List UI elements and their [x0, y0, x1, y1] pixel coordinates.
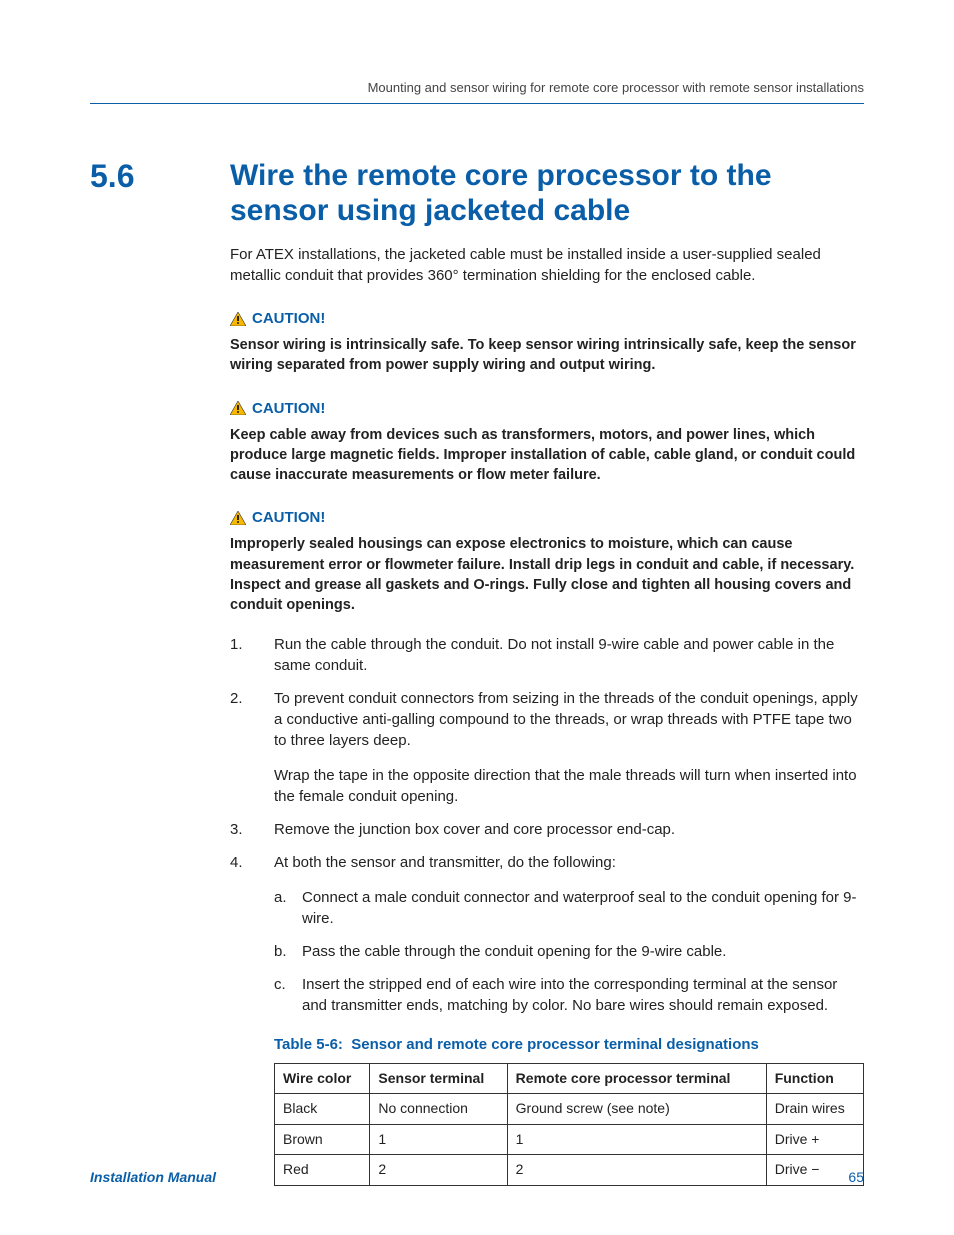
table-cell: Drive +	[766, 1124, 863, 1155]
table-header-row: Wire color Sensor terminal Remote core p…	[275, 1063, 864, 1094]
step-number: 2.	[230, 688, 250, 807]
table-caption: Table 5-6: Sensor and remote core proces…	[274, 1034, 864, 1055]
table-cell: 1	[507, 1124, 766, 1155]
table-header-cell: Remote core processor terminal	[507, 1063, 766, 1094]
substep-text: Connect a male conduit connector and wat…	[302, 887, 864, 929]
step-text: To prevent conduit connectors from seizi…	[274, 688, 864, 751]
table-header-cell: Wire color	[275, 1063, 370, 1094]
caution-label: CAUTION!	[252, 310, 325, 327]
intro-paragraph: For ATEX installations, the jacketed cab…	[230, 244, 864, 286]
warning-icon	[230, 511, 246, 525]
footer-page-number: 65	[848, 1169, 864, 1185]
table-cell: No connection	[370, 1094, 507, 1125]
step: 2. To prevent conduit connectors from se…	[230, 688, 864, 807]
substep-letter: c.	[274, 974, 292, 1016]
caution-text: Sensor wiring is intrinsically safe. To …	[230, 335, 864, 376]
substep-text: Pass the cable through the conduit openi…	[302, 941, 864, 962]
step-number: 4.	[230, 852, 250, 1186]
substep: a. Connect a male conduit connector and …	[274, 887, 864, 929]
substep: c. Insert the stripped end of each wire …	[274, 974, 864, 1016]
step: 1. Run the cable through the conduit. Do…	[230, 634, 864, 676]
section-number: 5.6	[90, 159, 170, 194]
caution-text: Keep cable away from devices such as tra…	[230, 425, 864, 486]
table-cell: 1	[370, 1124, 507, 1155]
procedure-list: 1. Run the cable through the conduit. Do…	[230, 634, 864, 1186]
table-caption-label: Table 5-6:	[274, 1036, 343, 1053]
step-number: 3.	[230, 819, 250, 840]
page-footer: Installation Manual 65	[90, 1169, 864, 1185]
substep-text: Insert the stripped end of each wire int…	[302, 974, 864, 1016]
table-row: Black No connection Ground screw (see no…	[275, 1094, 864, 1125]
caution-block: CAUTION! Improperly sealed housings can …	[230, 509, 864, 615]
running-head: Mounting and sensor wiring for remote co…	[90, 80, 864, 104]
table-header-cell: Sensor terminal	[370, 1063, 507, 1094]
table-cell: Black	[275, 1094, 370, 1125]
substep-letter: b.	[274, 941, 292, 962]
step-number: 1.	[230, 634, 250, 676]
table-row: Brown 1 1 Drive +	[275, 1124, 864, 1155]
step: 3. Remove the junction box cover and cor…	[230, 819, 864, 840]
caution-block: CAUTION! Keep cable away from devices su…	[230, 400, 864, 486]
caution-label: CAUTION!	[252, 400, 325, 417]
warning-icon	[230, 401, 246, 415]
substep-list: a. Connect a male conduit connector and …	[274, 887, 864, 1016]
table-cell: Brown	[275, 1124, 370, 1155]
section-heading: 5.6 Wire the remote core processor to th…	[90, 159, 864, 228]
caution-label: CAUTION!	[252, 509, 325, 526]
step-text: Remove the junction box cover and core p…	[274, 819, 864, 840]
warning-icon	[230, 312, 246, 326]
table-cell: Ground screw (see note)	[507, 1094, 766, 1125]
footer-doc-title: Installation Manual	[90, 1169, 216, 1185]
substep: b. Pass the cable through the conduit op…	[274, 941, 864, 962]
caution-text: Improperly sealed housings can expose el…	[230, 534, 864, 615]
terminal-designations-table: Wire color Sensor terminal Remote core p…	[274, 1063, 864, 1186]
step-text: Run the cable through the conduit. Do no…	[274, 634, 864, 676]
table-header-cell: Function	[766, 1063, 863, 1094]
caution-block: CAUTION! Sensor wiring is intrinsically …	[230, 310, 864, 376]
substep-letter: a.	[274, 887, 292, 929]
section-title: Wire the remote core processor to the se…	[230, 159, 864, 228]
step-text: Wrap the tape in the opposite direction …	[274, 765, 864, 807]
table-cell: Drain wires	[766, 1094, 863, 1125]
table-caption-text: Sensor and remote core processor termina…	[351, 1036, 759, 1053]
step-text: At both the sensor and transmitter, do t…	[274, 852, 864, 873]
step: 4. At both the sensor and transmitter, d…	[230, 852, 864, 1186]
